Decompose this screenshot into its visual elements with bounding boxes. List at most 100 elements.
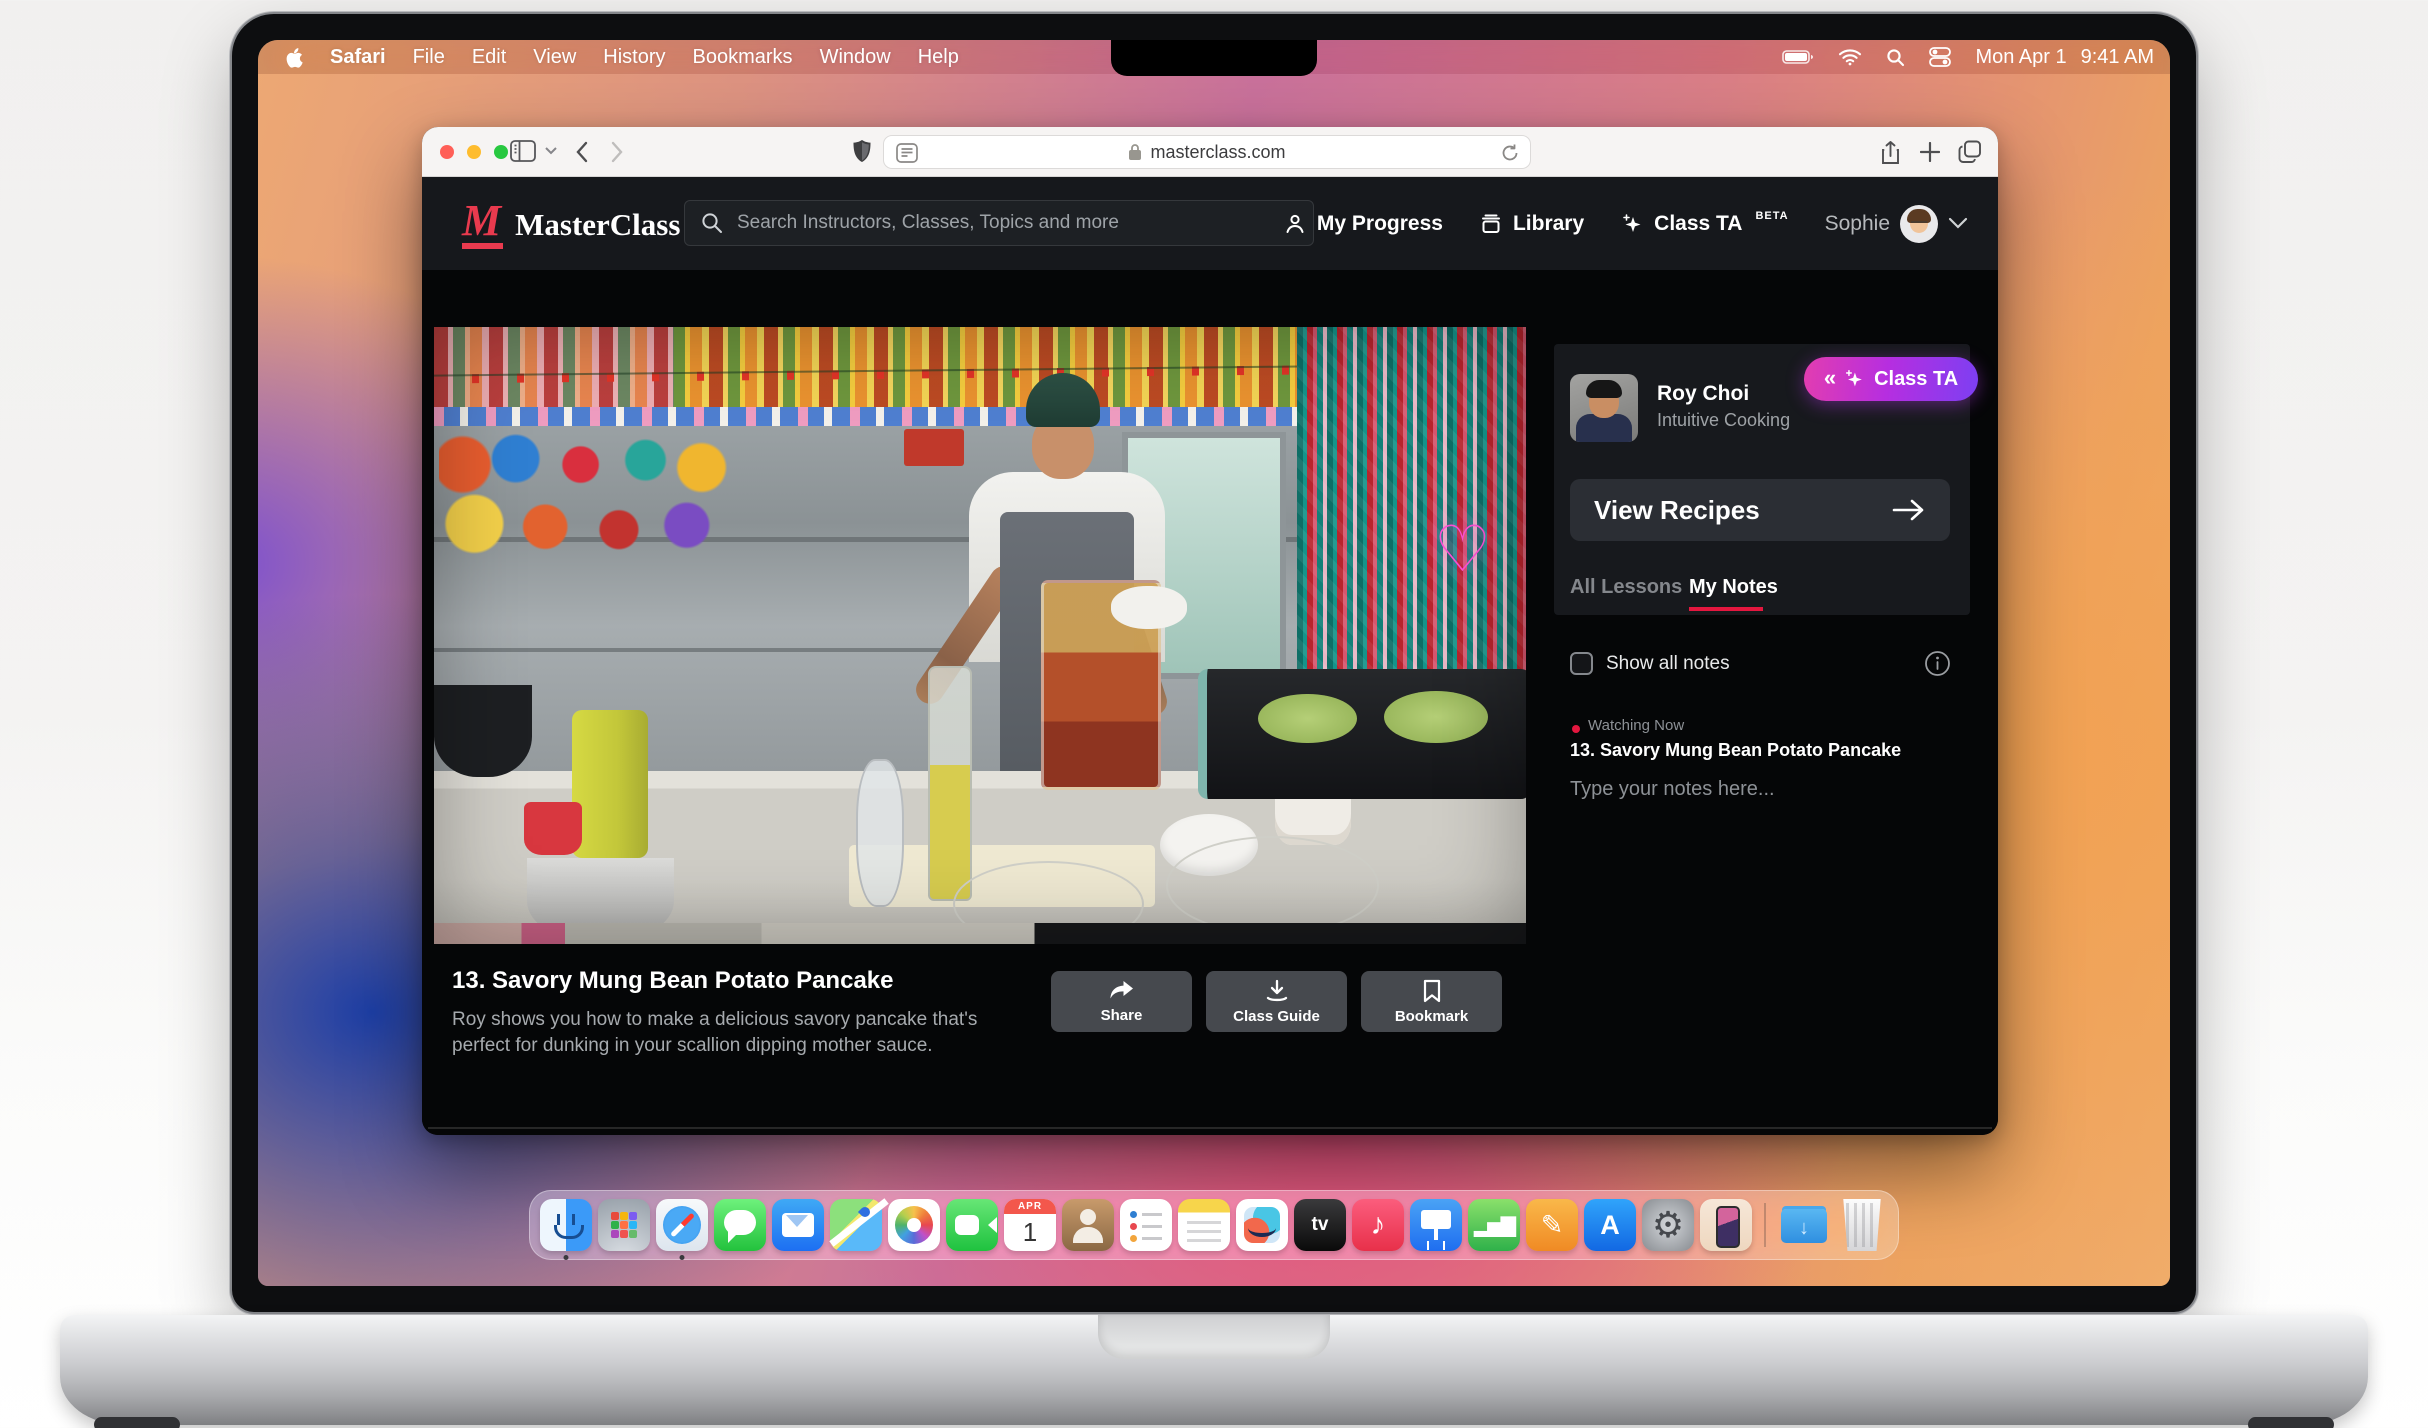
facetime-dock-icon[interactable] <box>946 1199 998 1251</box>
collapse-chevrons-icon[interactable]: « <box>1824 365 1834 391</box>
laptop-screen-bezel: Safari File Edit View History Bookmarks … <box>232 14 2196 1312</box>
menu-item-view[interactable]: View <box>533 46 576 69</box>
safari-dock-icon[interactable] <box>656 1199 708 1251</box>
tab-all-lessons[interactable]: All Lessons <box>1570 576 1682 599</box>
menu-time: 9:41 AM <box>2081 46 2154 69</box>
lock-icon <box>1128 143 1142 161</box>
masterclass-page: M MasterClass Search Instructors, Classe… <box>422 177 1998 1135</box>
user-name: Sophie <box>1825 212 1890 236</box>
beta-badge: BETA <box>1755 210 1788 222</box>
brand-mark: M <box>462 199 503 249</box>
instructor-avatar <box>1570 374 1638 442</box>
iphone-dock-icon[interactable] <box>1700 1199 1752 1251</box>
menu-item-bookmarks[interactable]: Bookmarks <box>693 46 793 69</box>
show-all-notes-label: Show all notes <box>1606 653 1730 675</box>
view-recipes-label: View Recipes <box>1594 495 1760 526</box>
dock-separator <box>1764 1203 1766 1247</box>
notes-dock-icon[interactable] <box>1178 1199 1230 1251</box>
running-indicator-dot <box>680 1255 685 1260</box>
notes-input[interactable]: Type your notes here... <box>1570 778 1775 801</box>
class-guide-button[interactable]: Class Guide <box>1206 971 1347 1032</box>
action-label: Class Guide <box>1233 1008 1320 1025</box>
chevron-down-icon[interactable] <box>544 146 558 156</box>
window-controls <box>440 145 508 159</box>
account-menu[interactable]: Sophie <box>1825 205 1968 243</box>
lesson-description: Roy shows you how to make a delicious sa… <box>452 1007 1017 1059</box>
contacts-dock-icon[interactable] <box>1062 1199 1114 1251</box>
address-bar[interactable]: masterclass.com <box>883 135 1531 169</box>
nav-class-ta[interactable]: Class TABETA <box>1620 212 1788 236</box>
bookmark-button[interactable]: Bookmark <box>1361 971 1502 1032</box>
menu-item-history[interactable]: History <box>603 46 665 69</box>
nav-my-progress[interactable]: My Progress <box>1283 212 1443 236</box>
search-input[interactable]: Search Instructors, Classes, Topics and … <box>684 200 1314 246</box>
nav-label: My Progress <box>1317 212 1443 236</box>
spotlight-search-icon[interactable] <box>1886 48 1905 67</box>
nav-library[interactable]: Library <box>1479 212 1584 236</box>
reminders-dock-icon[interactable] <box>1120 1199 1172 1251</box>
messages-dock-icon[interactable] <box>714 1199 766 1251</box>
forward-icon[interactable] <box>610 141 624 163</box>
class-ta-button[interactable]: « Class TA <box>1804 357 1978 401</box>
active-tab-underline <box>1689 607 1763 611</box>
finder-dock-icon[interactable] <box>540 1199 592 1251</box>
new-tab-icon[interactable] <box>1920 142 1940 162</box>
settings-dock-icon[interactable]: ⚙ <box>1642 1199 1694 1251</box>
tv-dock-icon[interactable]: tv <box>1294 1199 1346 1251</box>
video-player[interactable]: ♡ <box>434 327 1526 944</box>
dock: APR1 tv♪ ▂▅▇✎A⚙ ↓ <box>529 1190 1899 1260</box>
reload-icon[interactable] <box>1500 143 1520 163</box>
freeform-dock-icon[interactable] <box>1236 1199 1288 1251</box>
share-page-icon[interactable] <box>1882 140 1902 166</box>
music-dock-icon[interactable]: ♪ <box>1352 1199 1404 1251</box>
menu-item-help[interactable]: Help <box>918 46 959 69</box>
user-avatar <box>1900 205 1938 243</box>
launchpad-dock-icon[interactable] <box>598 1199 650 1251</box>
keynote-dock-icon[interactable] <box>1410 1199 1462 1251</box>
menu-item-file[interactable]: File <box>413 46 445 69</box>
downloads-dock-icon[interactable]: ↓ <box>1778 1199 1830 1251</box>
calendar-month-label: APR <box>1004 1199 1056 1214</box>
menu-item-safari[interactable]: Safari <box>330 46 386 69</box>
back-icon[interactable] <box>575 141 589 163</box>
info-icon[interactable] <box>1924 650 1951 677</box>
battery-icon[interactable] <box>1782 49 1814 65</box>
lesson-title: 13. Savory Mung Bean Potato Pancake <box>452 967 893 995</box>
sparkle-icon <box>1843 368 1865 390</box>
privacy-shield-icon[interactable] <box>852 139 872 164</box>
view-recipes-button[interactable]: View Recipes <box>1570 479 1950 541</box>
appstore-dock-icon[interactable]: A <box>1584 1199 1636 1251</box>
photos-dock-icon[interactable] <box>888 1199 940 1251</box>
downloads-glyph: ↓ <box>1778 1205 1830 1251</box>
show-all-notes-checkbox[interactable] <box>1570 652 1593 675</box>
mail-dock-icon[interactable] <box>772 1199 824 1251</box>
control-center-icon[interactable] <box>1929 47 1951 67</box>
share-icon <box>1109 980 1135 1002</box>
masterclass-logo[interactable]: M MasterClass <box>462 199 680 249</box>
pages-dock-icon[interactable]: ✎ <box>1526 1199 1578 1251</box>
menu-item-window[interactable]: Window <box>820 46 891 69</box>
browser-toolbar: masterclass.com <box>422 127 1998 177</box>
reader-icon[interactable] <box>896 143 918 163</box>
menu-item-edit[interactable]: Edit <box>472 46 506 69</box>
close-window-button[interactable] <box>440 145 454 159</box>
sidebar-toggle-icon[interactable] <box>510 140 536 162</box>
laptop-foot <box>94 1417 180 1428</box>
minimize-window-button[interactable] <box>467 145 481 159</box>
zoom-window-button[interactable] <box>494 145 508 159</box>
trash-dock-icon[interactable] <box>1836 1199 1888 1251</box>
tab-overview-icon[interactable] <box>1958 140 1982 164</box>
search-icon <box>701 212 723 234</box>
numbers-glyph: ▂▅▇ <box>1468 1199 1520 1251</box>
music-glyph: ♪ <box>1352 1199 1404 1251</box>
wifi-icon[interactable] <box>1838 48 1862 66</box>
chevron-down-icon <box>1948 217 1968 230</box>
maps-dock-icon[interactable] <box>830 1199 882 1251</box>
apple-menu-icon[interactable] <box>284 46 303 68</box>
tv-glyph: tv <box>1294 1199 1346 1251</box>
menu-clock[interactable]: Mon Apr 1 9:41 AM <box>1975 46 2154 69</box>
calendar-dock-icon[interactable]: APR1 <box>1004 1199 1056 1251</box>
numbers-dock-icon[interactable]: ▂▅▇ <box>1468 1199 1520 1251</box>
tab-my-notes[interactable]: My Notes <box>1689 576 1778 599</box>
share-button[interactable]: Share <box>1051 971 1192 1032</box>
